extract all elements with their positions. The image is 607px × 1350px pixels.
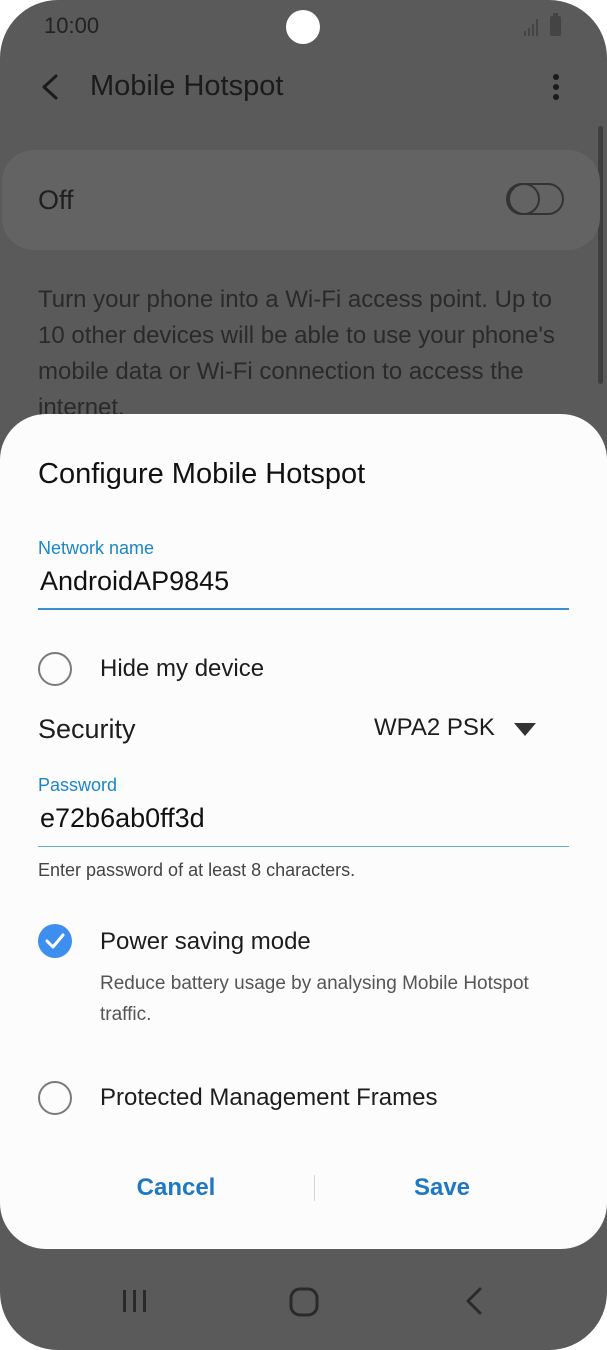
cancel-button[interactable]: Cancel [76,1174,276,1202]
camera-cutout [286,10,320,44]
signal-icon [524,19,538,36]
status-icons [524,13,561,36]
password-label: Password [38,775,118,795]
dropdown-arrow-icon[interactable] [514,723,536,737]
power-saving-label[interactable]: Power saving mode [100,928,311,956]
security-dropdown[interactable]: WPA2 PSK [374,714,495,742]
hide-device-radio[interactable] [38,652,72,686]
back-arrow-icon[interactable] [36,70,64,104]
power-saving-description: Reduce battery usage by analysing Mobile… [100,973,529,1025]
password-helper-text: Enter password of at least 8 characters. [38,860,356,880]
home-icon[interactable] [288,1286,320,1318]
toggle-label: Off [38,185,74,215]
hide-device-label[interactable]: Hide my device [100,655,264,683]
pmf-radio[interactable] [38,1081,72,1115]
checkmark-icon [45,933,65,949]
network-name-input[interactable]: AndroidAP9845 [40,566,229,597]
button-divider [314,1175,315,1201]
more-options-icon[interactable] [544,70,568,104]
phone-screen: 10:00 Mobile Hotspot Off Turn your phone… [0,0,607,1350]
password-input[interactable]: e72b6ab0ff3d [40,803,205,834]
battery-icon [550,13,561,36]
navigation-bar [0,1268,607,1350]
back-icon[interactable] [462,1286,488,1316]
pmf-label[interactable]: Protected Management Frames [100,1084,438,1112]
hotspot-description: Turn your phone into a Wi-Fi access poin… [38,286,555,421]
page-title: Mobile Hotspot [90,70,284,102]
power-saving-checkbox[interactable] [38,924,72,958]
configure-hotspot-dialog: Configure Mobile Hotspot Network name An… [0,414,607,1249]
save-button[interactable]: Save [342,1174,542,1202]
network-name-underline [38,608,569,610]
dialog-title: Configure Mobile Hotspot [38,458,366,490]
security-label: Security [38,714,136,744]
switch-knob [508,183,540,215]
scroll-indicator [598,126,603,384]
status-bar: 10:00 [0,0,607,56]
network-name-label: Network name [38,538,155,558]
hotspot-switch[interactable] [506,183,564,215]
password-underline [38,846,569,847]
app-bar: Mobile Hotspot [0,56,607,120]
recents-icon[interactable] [120,1286,150,1316]
hotspot-toggle-card[interactable]: Off [2,150,600,250]
status-time: 10:00 [44,13,100,38]
